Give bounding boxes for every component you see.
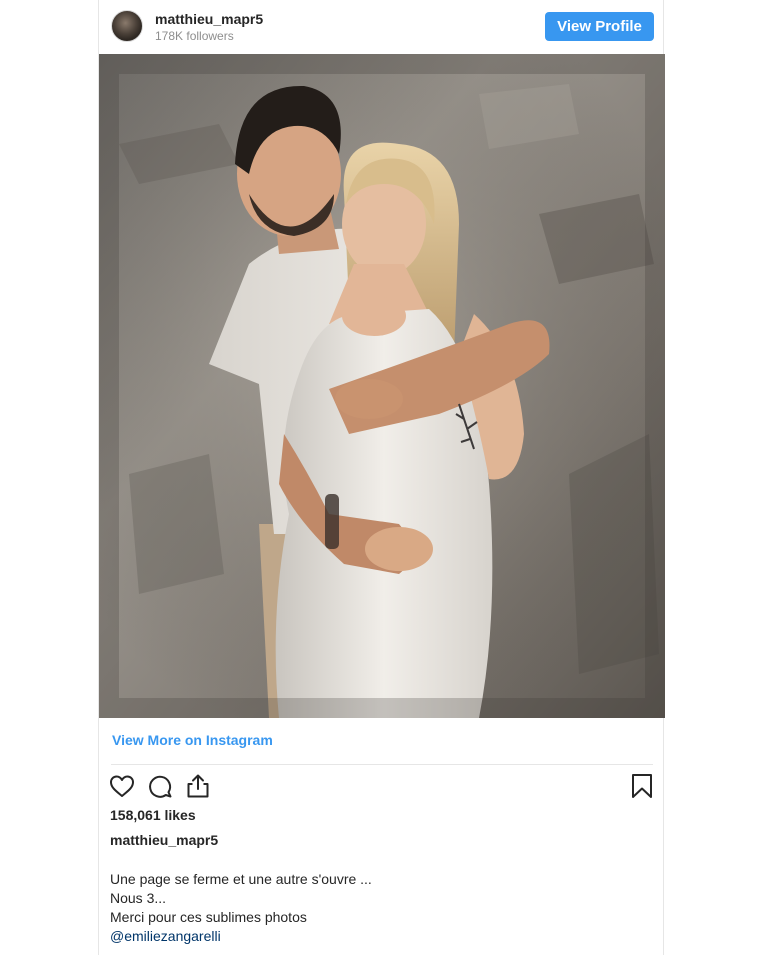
heart-icon[interactable] bbox=[108, 772, 136, 800]
photo-image bbox=[99, 54, 665, 718]
share-icon[interactable] bbox=[184, 772, 212, 800]
mention-link[interactable]: @emiliezangarelli bbox=[110, 927, 372, 946]
avatar[interactable] bbox=[111, 10, 143, 42]
bookmark-icon[interactable] bbox=[628, 772, 656, 800]
post-header: matthieu_mapr5 178K followers View Profi… bbox=[99, 0, 665, 54]
caption-username[interactable]: matthieu_mapr5 bbox=[110, 832, 218, 848]
comment-icon[interactable] bbox=[146, 772, 174, 800]
caption-line: Merci pour ces sublimes photos bbox=[110, 909, 307, 925]
username[interactable]: matthieu_mapr5 bbox=[155, 11, 263, 27]
caption-line: Nous 3... bbox=[110, 890, 167, 906]
caption-line: Une page se ferme et une autre s'ouvre .… bbox=[110, 871, 372, 887]
view-profile-button[interactable]: View Profile bbox=[545, 12, 654, 41]
divider bbox=[111, 764, 653, 765]
view-more-link[interactable]: View More on Instagram bbox=[112, 732, 273, 748]
post-photo[interactable] bbox=[99, 54, 665, 718]
likes-count[interactable]: 158,061 likes bbox=[110, 807, 196, 823]
followers-count: 178K followers bbox=[155, 29, 234, 43]
instagram-embed: matthieu_mapr5 178K followers View Profi… bbox=[98, 0, 665, 955]
caption: Une page se ferme et une autre s'ouvre .… bbox=[110, 870, 372, 946]
